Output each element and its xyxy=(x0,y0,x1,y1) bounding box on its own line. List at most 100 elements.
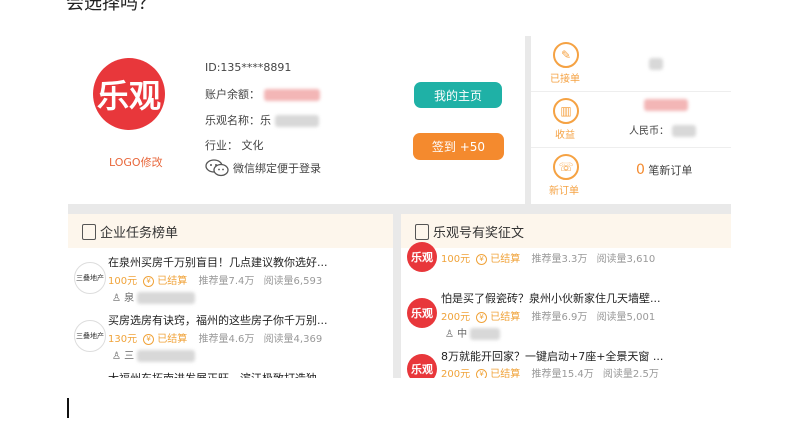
item-title-link[interactable]: 8万就能开回家？一键启动+7座+全景天窗 ... xyxy=(441,348,663,364)
item-meta: 130元 ¥ 已结算 推荐量4.6万 阅读量4,369 xyxy=(108,330,322,345)
stat-accepted-label: 已接单 xyxy=(550,74,580,85)
document-icon xyxy=(82,224,96,240)
item-author: ♙ 中 xyxy=(445,325,501,340)
item-status: 已结算 xyxy=(490,254,521,265)
name-redacted xyxy=(274,115,319,127)
user-icon: ♙ xyxy=(445,329,454,340)
my-homepage-button[interactable]: 我的主页 xyxy=(414,82,502,108)
coin-icon: ¥ xyxy=(476,311,488,323)
item-amount: 200元 xyxy=(441,369,471,378)
item-author: ♙ 三 xyxy=(112,347,196,362)
stats-card: ✎ 已接单 ▥ 收益 人民币： ☏ 新订单 0 笔新订单 xyxy=(531,36,731,204)
wechat-bind-text: 微信绑定便于登录 xyxy=(233,162,321,175)
document-text: 会选择吗？ xyxy=(66,0,156,14)
item-meta: 200元 ¥ 已结算 推荐量6.9万 阅读量5,001 xyxy=(441,308,655,323)
item-thumbnail[interactable]: 乐观 xyxy=(407,298,437,328)
item-recommend: 推荐量3.3万 xyxy=(531,254,588,265)
new-order-text: 笔新订单 xyxy=(648,164,693,177)
item-reads: 阅读量3,610 xyxy=(596,254,656,265)
item-status: 已结算 xyxy=(490,312,521,323)
coin-icon: ¥ xyxy=(143,333,155,345)
dashboard-frame: 乐观 LOGO修改 ID:135****8891 账户余额： 乐观名称：乐 行业… xyxy=(68,36,731,378)
industry-label: 行业： xyxy=(205,139,238,152)
item-title-link[interactable]: 怕是买了假瓷砖？泉州小伙新家住几天墙壁... xyxy=(441,290,661,306)
avatar[interactable]: 乐观 xyxy=(93,58,165,130)
item-meta: 100元 ¥ 已结算 推荐量7.4万 阅读量6,593 xyxy=(108,272,322,287)
enterprise-task-panel: 企业任务榜单 三叠地产 在泉州买房千万别盲目！几点建议教你选好... 100元 ¥… xyxy=(68,214,393,378)
panel-title: 乐观号有奖征文 xyxy=(433,226,525,241)
name-value: 乐 xyxy=(260,114,271,127)
income-value-redacted xyxy=(644,99,688,111)
author-redacted xyxy=(137,292,196,304)
stat-new-order[interactable]: ☏ 新订单 0 笔新订单 xyxy=(531,148,731,203)
panel-header: 企业任务榜单 xyxy=(68,214,393,248)
item-reads: 阅读量5,001 xyxy=(596,312,656,323)
balance-label: 账户余额： xyxy=(205,88,260,101)
accepted-value-redacted xyxy=(649,58,663,70)
item-author: ♙ 泉 xyxy=(112,289,196,304)
sign-in-button[interactable]: 签到 +50 xyxy=(413,133,504,160)
item-meta: 200元 ¥ 已结算 推荐量15.4万 阅读量2.5万 xyxy=(441,365,659,378)
coin-icon: ¥ xyxy=(476,368,488,378)
item-recommend: 推荐量4.6万 xyxy=(198,334,255,345)
logo-edit-link[interactable]: LOGO修改 xyxy=(109,154,163,170)
bar-chart-icon: ▥ xyxy=(553,98,579,124)
item-thumbnail[interactable]: 三叠地产 xyxy=(74,320,106,352)
user-icon: ♙ xyxy=(112,351,121,362)
wechat-bind-link[interactable]: 微信绑定便于登录 xyxy=(205,159,321,177)
item-status: 已结算 xyxy=(490,369,521,378)
item-amount: 100元 xyxy=(108,276,138,287)
item-title-link[interactable]: 在泉州买房千万别盲目！几点建议教你选好... xyxy=(108,254,328,270)
stat-income[interactable]: ▥ 收益 人民币： xyxy=(531,92,731,148)
item-title-link[interactable]: 买房选房有诀窍，福州的这些房子你千万别... xyxy=(108,312,328,328)
account-id: ID:135****8891 xyxy=(205,61,292,74)
item-meta: 100元 ¥ 已结算 推荐量3.3万 阅读量3,610 xyxy=(441,250,655,265)
income-rmb-row: 人民币： xyxy=(629,122,697,137)
stat-new-order-label: 新订单 xyxy=(549,186,579,197)
item-amount: 200元 xyxy=(441,312,471,323)
item-reads: 阅读量4,369 xyxy=(263,334,323,345)
income-rmb-redacted xyxy=(672,125,697,137)
user-icon: ♙ xyxy=(112,293,121,304)
item-reads: 阅读量6,593 xyxy=(263,276,323,287)
name-label: 乐观名称： xyxy=(205,114,260,127)
coin-icon: ¥ xyxy=(143,275,155,287)
item-author-name: 三 xyxy=(124,351,135,362)
balance-value-redacted xyxy=(263,89,320,101)
text-cursor xyxy=(67,398,69,418)
phone-icon: ☏ xyxy=(553,154,579,180)
name-row: 乐观名称：乐 xyxy=(205,112,319,128)
item-author-name: 中 xyxy=(457,329,468,340)
industry-row: 行业： 文化 xyxy=(205,137,264,153)
item-thumbnail[interactable]: 三叠地产 xyxy=(74,262,106,294)
item-title-link[interactable]: 大福州东拓南进发展正旺，滨江极致打造独... xyxy=(108,370,328,378)
item-amount: 100元 xyxy=(441,254,471,265)
new-order-row: 0 笔新订单 xyxy=(636,162,692,178)
item-author-name: 泉 xyxy=(124,293,135,304)
income-rmb-label: 人民币： xyxy=(629,126,669,137)
item-amount: 130元 xyxy=(108,334,138,345)
panel-title: 企业任务榜单 xyxy=(100,226,179,241)
item-status: 已结算 xyxy=(157,276,188,287)
new-order-count: 0 xyxy=(636,162,645,178)
clipboard-icon: ✎ xyxy=(553,42,579,68)
industry-value: 文化 xyxy=(241,139,264,152)
stat-accepted[interactable]: ✎ 已接单 xyxy=(531,36,731,92)
item-status: 已结算 xyxy=(157,334,188,345)
balance-row: 账户余额： xyxy=(205,86,320,102)
item-reads: 阅读量2.5万 xyxy=(602,369,659,378)
author-redacted xyxy=(470,328,501,340)
wechat-icon xyxy=(205,159,229,177)
coin-icon: ¥ xyxy=(476,253,488,265)
profile-card: 乐观 LOGO修改 ID:135****8891 账户余额： 乐观名称：乐 行业… xyxy=(68,36,525,204)
essay-contest-panel: 乐观号有奖征文 乐观 100元 ¥ 已结算 推荐量3.3万 阅读量3,610 乐观… xyxy=(401,214,731,378)
item-thumbnail[interactable]: 乐观 xyxy=(407,354,437,378)
item-recommend: 推荐量7.4万 xyxy=(198,276,255,287)
item-recommend: 推荐量6.9万 xyxy=(531,312,588,323)
item-thumbnail[interactable]: 乐观 xyxy=(407,242,437,272)
item-recommend: 推荐量15.4万 xyxy=(531,369,594,378)
author-redacted xyxy=(137,350,196,362)
document-icon xyxy=(415,224,429,240)
stat-income-label: 收益 xyxy=(555,130,575,141)
panel-header: 乐观号有奖征文 xyxy=(401,214,731,248)
